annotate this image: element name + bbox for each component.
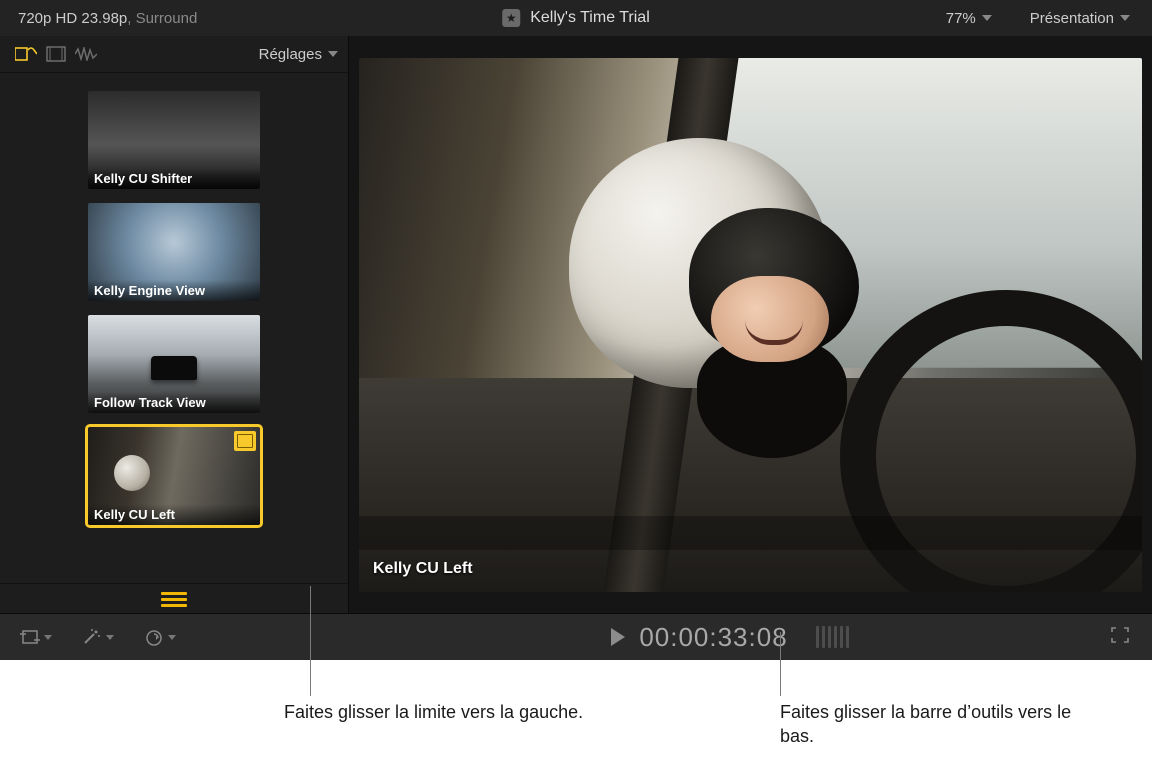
star-icon: ★: [502, 9, 520, 27]
bottom-toolbar[interactable]: 00:00:33:08: [0, 613, 1152, 660]
top-bar: 720p HD 23.98p, Surround ★ Kelly's Time …: [0, 0, 1152, 37]
left-tool-group: [0, 628, 350, 646]
main-area: Réglages Kelly CU Shifter Kelly Engine Vi…: [0, 36, 1152, 614]
sidebar-toolbar: Réglages: [0, 36, 348, 73]
crop-tool[interactable]: [20, 628, 52, 646]
angle-thumbnail[interactable]: Kelly Engine View: [88, 203, 260, 301]
angle-label: Kelly CU Left: [88, 504, 260, 525]
chevron-down-icon: [44, 635, 52, 640]
chevron-down-icon: [328, 51, 338, 57]
presentation-dropdown[interactable]: Présentation: [1030, 10, 1130, 27]
timecode-display[interactable]: 00:00:33:08: [639, 622, 787, 653]
angle-thumbnail[interactable]: Kelly CU Shifter: [88, 91, 260, 189]
format-main: 720p HD 23.98p: [18, 10, 127, 27]
angle-label: Kelly CU Shifter: [88, 168, 260, 189]
angle-sidebar: Réglages Kelly CU Shifter Kelly Engine Vi…: [0, 36, 349, 614]
format-suffix: , Surround: [127, 10, 197, 27]
chevron-down-icon: [106, 635, 114, 640]
audio-meter-icon[interactable]: [816, 626, 849, 648]
video-audio-switch-icon[interactable]: [14, 43, 38, 65]
audio-only-icon[interactable]: [74, 43, 98, 65]
enhance-tool[interactable]: [82, 628, 114, 646]
viewer-overlay-label: Kelly CU Left: [373, 560, 473, 578]
callout-leader-line: [780, 632, 781, 696]
settings-dropdown[interactable]: Réglages: [259, 46, 338, 63]
zoom-dropdown[interactable]: 77%: [946, 10, 992, 27]
project-title-area: ★ Kelly's Time Trial: [502, 9, 650, 27]
zoom-value: 77%: [946, 10, 976, 27]
video-only-icon[interactable]: [44, 43, 68, 65]
fullscreen-button[interactable]: [1110, 631, 1130, 648]
viewer: Kelly CU Left: [349, 36, 1152, 614]
chevron-down-icon: [168, 635, 176, 640]
angle-list[interactable]: Kelly CU Shifter Kelly Engine View Follow …: [0, 73, 348, 583]
retime-tool[interactable]: [144, 628, 176, 646]
chevron-down-icon: [982, 15, 992, 21]
callout-leader-line: [310, 586, 311, 696]
callout-left: Faites glisser la limite vers la gauche.: [284, 700, 584, 724]
overlay-strip: [359, 516, 1142, 550]
chevron-down-icon: [1120, 15, 1130, 21]
annotation-area: Faites glisser la limite vers la gauche.…: [0, 660, 1152, 760]
angle-label: Follow Track View: [88, 392, 260, 413]
transport-controls: 00:00:33:08: [350, 622, 1110, 653]
project-title: Kelly's Time Trial: [530, 9, 650, 27]
active-angle-badge-icon: [234, 431, 256, 451]
settings-label: Réglages: [259, 46, 322, 63]
format-info: 720p HD 23.98p, Surround: [0, 10, 197, 27]
angle-thumbnail[interactable]: Follow Track View: [88, 315, 260, 413]
video-content: [359, 58, 1142, 592]
play-button[interactable]: [611, 628, 625, 646]
app-window: 720p HD 23.98p, Surround ★ Kelly's Time …: [0, 0, 1152, 660]
split-handle[interactable]: [306, 36, 309, 614]
callout-right: Faites glisser la barre d’outils vers le…: [780, 700, 1080, 749]
viewer-frame[interactable]: Kelly CU Left: [359, 58, 1142, 592]
presentation-label: Présentation: [1030, 10, 1114, 27]
sidebar-bottom: [0, 583, 348, 614]
angle-thumbnail[interactable]: Kelly CU Left: [88, 427, 260, 525]
angle-label: Kelly Engine View: [88, 280, 260, 301]
angle-overview-icon[interactable]: [161, 592, 187, 607]
